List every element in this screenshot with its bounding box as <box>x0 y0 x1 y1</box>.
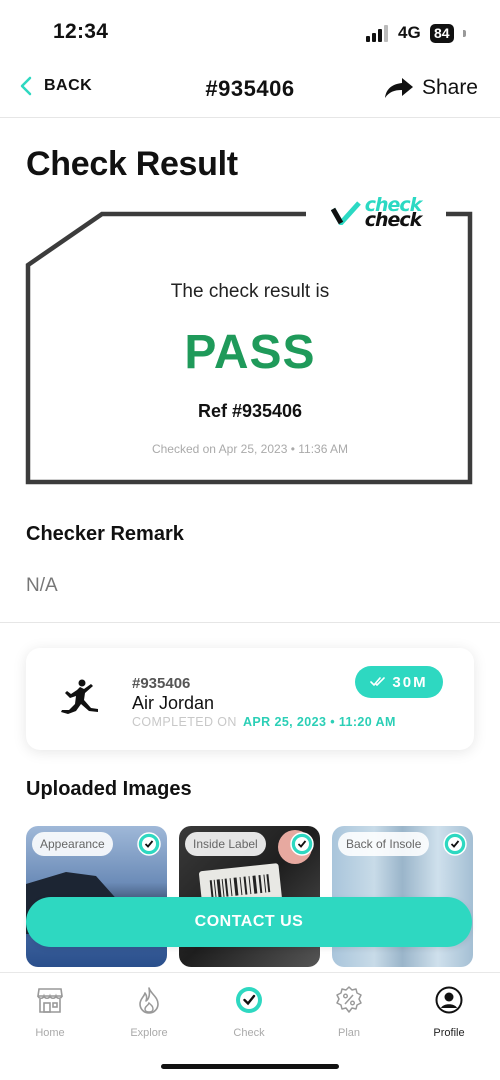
tab-profile[interactable]: Profile <box>419 985 479 1039</box>
tab-home[interactable]: Home <box>20 985 80 1039</box>
remark-value: N/A <box>26 575 58 596</box>
tab-label: Explore <box>130 1027 168 1039</box>
tab-label: Profile <box>433 1027 465 1039</box>
uploaded-images-title: Uploaded Images <box>26 778 192 800</box>
jumpman-logo-icon <box>61 679 98 714</box>
result-checked-on: Checked on Apr 25, 2023 • 11:36 AM <box>151 442 349 456</box>
tab-label: Home <box>35 1027 65 1039</box>
image-tag: Back of Insole <box>338 832 430 856</box>
check-badge-icon <box>290 832 314 856</box>
network-type: 4G <box>398 23 421 42</box>
tab-label: Check <box>233 1027 265 1039</box>
home-indicator <box>161 1064 339 1069</box>
order-completed-date: APR 25, 2023 • 11:20 AM <box>243 715 396 729</box>
order-completed-label: COMPLETED ON <box>132 715 237 729</box>
chevron-left-icon <box>20 76 32 96</box>
result-ref: Ref #935406 <box>197 401 303 421</box>
contact-us-button[interactable]: CONTACT US <box>26 897 472 947</box>
order-name: Air Jordan <box>132 693 215 713</box>
brand-line2: check <box>364 209 423 231</box>
duration-value: 30M <box>392 673 428 691</box>
brand-checkmark-icon <box>330 201 361 225</box>
store-icon <box>37 988 63 1013</box>
tab-label: Plan <box>337 1027 361 1039</box>
divider <box>0 622 500 623</box>
result-intro: The check result is <box>170 281 330 302</box>
image-tag: Appearance <box>32 832 113 856</box>
double-check-icon <box>370 677 386 687</box>
check-badge-icon <box>443 832 467 856</box>
status-time: 12:34 <box>53 20 109 43</box>
signal-icon <box>366 25 388 42</box>
share-button[interactable]: Share <box>384 76 478 100</box>
flame-icon <box>139 987 159 1014</box>
share-label: Share <box>421 76 478 99</box>
tab-plan[interactable]: Plan <box>319 985 379 1039</box>
back-button[interactable]: BACK <box>20 76 92 96</box>
nav-bar: BACK #935406 Share <box>0 66 500 118</box>
check-badge-icon <box>137 832 161 856</box>
battery-tip <box>463 30 466 37</box>
tab-check[interactable]: Check <box>219 985 279 1039</box>
image-tag: Inside Label <box>185 832 266 856</box>
remark-title: Checker Remark <box>26 523 184 545</box>
result-status: PASS <box>184 326 316 379</box>
checkcheck-logo: check check <box>306 193 446 233</box>
percent-badge-icon <box>336 986 362 1013</box>
status-bar: 12:34 4G 84 <box>0 0 500 66</box>
order-id: #935406 <box>132 675 191 692</box>
back-label: BACK <box>44 77 93 94</box>
tab-explore[interactable]: Explore <box>119 985 179 1039</box>
duration-badge: 30M <box>355 666 443 698</box>
page-title: Check Result <box>26 145 238 183</box>
brand-wordmark: check check <box>364 196 423 231</box>
check-circle-icon <box>236 987 262 1013</box>
share-arrow-icon <box>384 78 413 98</box>
user-circle-icon <box>435 986 463 1014</box>
battery-icon: 84 <box>430 24 454 43</box>
order-card[interactable]: #935406 Air Jordan COMPLETED ON APR 25, … <box>26 648 474 750</box>
